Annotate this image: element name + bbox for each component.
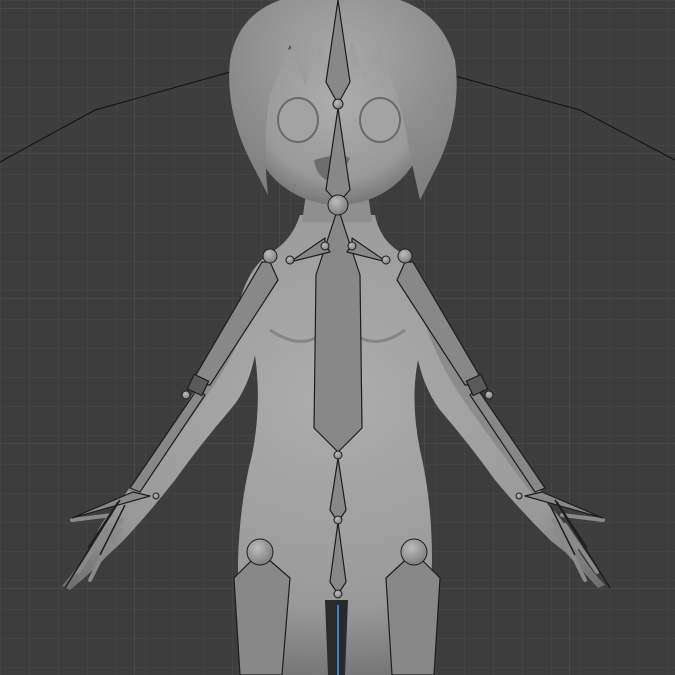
head-tail-joint[interactable] xyxy=(332,98,344,110)
right-thigh-bone[interactable] xyxy=(385,551,441,675)
left-wrist-joint[interactable] xyxy=(152,492,160,500)
left-hip-ball-joint[interactable] xyxy=(246,538,274,566)
right-clavicle-joint[interactable] xyxy=(381,255,391,265)
spine-joint[interactable] xyxy=(333,450,343,460)
hip-joint[interactable] xyxy=(333,515,343,525)
right-hip-ball-joint[interactable] xyxy=(400,538,428,566)
left-thigh-bone[interactable] xyxy=(233,551,291,675)
right-wrist-joint[interactable] xyxy=(515,492,523,500)
right-shoulder-joint[interactable] xyxy=(397,248,413,264)
pelvis-joint[interactable] xyxy=(333,589,343,599)
left-neck-joint[interactable] xyxy=(320,241,330,251)
right-neck-joint[interactable] xyxy=(347,241,357,251)
left-eye-mesh xyxy=(277,97,319,143)
viewport-scene[interactable] xyxy=(0,0,675,675)
left-clavicle-joint[interactable] xyxy=(285,255,295,265)
left-elbow-joint[interactable] xyxy=(181,390,191,400)
left-shoulder-joint[interactable] xyxy=(262,248,278,264)
right-eye-mesh xyxy=(359,97,401,143)
3d-viewport[interactable] xyxy=(0,0,675,675)
neck-joint[interactable] xyxy=(327,194,349,216)
crotch-shadow xyxy=(325,600,348,675)
right-elbow-joint[interactable] xyxy=(484,390,494,400)
